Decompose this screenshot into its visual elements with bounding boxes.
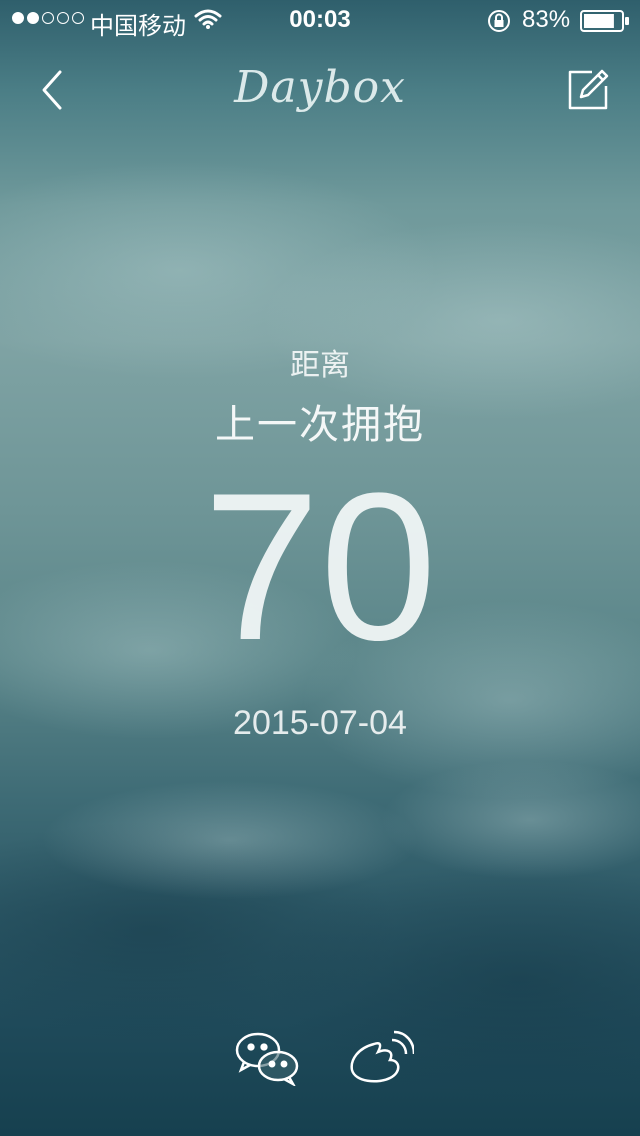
weibo-share-button[interactable] [348, 1030, 414, 1086]
wechat-share-button[interactable] [234, 1030, 300, 1086]
rotation-lock-icon [488, 10, 510, 32]
day-count: 70 [203, 449, 437, 684]
status-bar: 中国移动 00:03 83% [0, 0, 640, 40]
event-title: 上一次拥抱 [215, 403, 425, 447]
daybox-screen: 中国移动 00:03 83% Daybox 距离 上一次拥抱 70 2015-0… [0, 0, 640, 1136]
event-prefix: 距离 [290, 349, 350, 382]
wechat-icon [235, 1032, 299, 1086]
cloud-decoration [40, 780, 420, 900]
battery-percentage: 83% [522, 6, 571, 33]
app-logo: Daybox [234, 62, 406, 113]
weibo-icon [350, 1030, 414, 1083]
battery-icon [580, 10, 629, 32]
edit-button[interactable] [566, 68, 610, 112]
event-date: 2015-07-04 [233, 704, 407, 742]
edit-icon [568, 69, 609, 110]
